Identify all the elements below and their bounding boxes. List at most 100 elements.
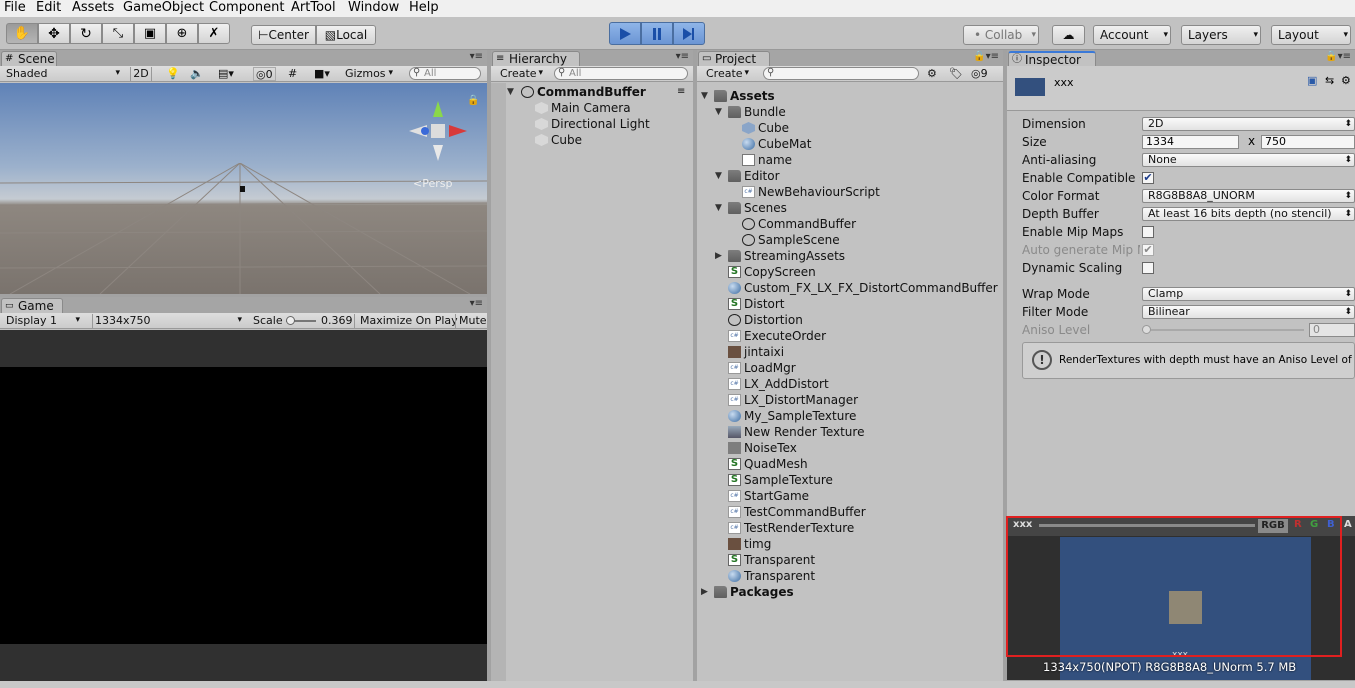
- maximize-on-play-toggle[interactable]: Maximize On Play: [354, 314, 458, 328]
- filter-by-type-icon[interactable]: ⚙: [927, 67, 937, 81]
- aniso-slider-track: [1142, 329, 1304, 331]
- play-button[interactable]: [609, 22, 641, 45]
- move-icon: ✥: [48, 25, 60, 42]
- project-search-input[interactable]: [763, 67, 919, 80]
- scene-cube-object[interactable]: [240, 186, 245, 192]
- expand-arrow-icon[interactable]: ▼: [715, 168, 725, 184]
- gizmos-dropdown[interactable]: Gizmos: [345, 67, 395, 81]
- shading-mode-dropdown[interactable]: Shaded: [6, 67, 122, 81]
- help-book-icon[interactable]: ▣: [1307, 74, 1317, 87]
- game-viewport[interactable]: [0, 367, 487, 644]
- rotate-tool-button[interactable]: ↻: [70, 23, 102, 44]
- hand-tool-button[interactable]: ✋: [6, 23, 38, 44]
- menu-arttool[interactable]: ArtTool: [291, 0, 336, 16]
- layers-dropdown[interactable]: Layers: [1181, 25, 1261, 45]
- panel-menu-icon[interactable]: ▾≡: [470, 51, 483, 62]
- menu-edit[interactable]: Edit: [36, 0, 61, 16]
- filter-by-label-icon[interactable]: 🏷: [949, 67, 963, 81]
- tab-game[interactable]: ▭ Game: [1, 298, 63, 314]
- dynamic-scaling-checkbox[interactable]: [1142, 262, 1154, 274]
- layout-dropdown[interactable]: Layout: [1271, 25, 1351, 45]
- dimension-dropdown[interactable]: 2D: [1142, 117, 1355, 131]
- render-texture-thumbnail: [1015, 78, 1045, 96]
- panel-menu-icon[interactable]: ▾≡: [676, 51, 689, 62]
- hierarchy-create-dropdown[interactable]: Create: [500, 67, 545, 81]
- preview-a-toggle[interactable]: A: [1344, 519, 1352, 530]
- project-create-dropdown[interactable]: Create: [706, 67, 751, 81]
- menu-component[interactable]: Component: [209, 0, 284, 16]
- scene-tabrow: # Scene ▾≡: [0, 50, 487, 67]
- scene-viewport[interactable]: <Persp 🔒: [0, 83, 487, 294]
- scale-tool-button[interactable]: ⤡: [102, 23, 134, 44]
- image-icon: [728, 538, 741, 550]
- collapse-arrow-icon[interactable]: ▶: [715, 248, 725, 264]
- camera-dropdown-icon[interactable]: ■▾: [314, 67, 330, 81]
- image-icon: [728, 346, 741, 358]
- panel-menu-icon[interactable]: ▾≡: [470, 298, 483, 309]
- anti-aliasing-dropdown[interactable]: None: [1142, 153, 1355, 167]
- panel-menu-icon[interactable]: 🔒▾≡: [1325, 51, 1351, 62]
- size-height-field[interactable]: 750: [1261, 135, 1355, 149]
- rect-tool-button[interactable]: ▣: [134, 23, 166, 44]
- scale-slider-thumb[interactable]: [286, 316, 295, 325]
- menu-gameobject[interactable]: GameObject: [123, 0, 204, 16]
- step-button[interactable]: [673, 22, 705, 45]
- scene-gizmo-icon[interactable]: [405, 93, 471, 168]
- hierarchy-scene-root[interactable]: ▼ CommandBuffer ≡: [507, 84, 693, 100]
- rotate-icon: ↻: [80, 25, 92, 42]
- scene-search-input[interactable]: All: [409, 67, 481, 80]
- tab-hierarchy[interactable]: ≡ Hierarchy: [492, 51, 580, 67]
- expand-arrow-icon[interactable]: ▼: [715, 104, 725, 120]
- mute-toggle[interactable]: Mute: [455, 314, 487, 328]
- tab-inspector[interactable]: ⓘ Inspector: [1008, 51, 1096, 67]
- perspective-label[interactable]: <Persp: [413, 177, 452, 190]
- expand-arrow-icon[interactable]: ▼: [507, 84, 517, 100]
- lighting-toggle-icon[interactable]: 💡: [166, 67, 180, 81]
- move-tool-button[interactable]: ✥: [38, 23, 70, 44]
- hidden-objects-toggle[interactable]: ◎0: [253, 67, 276, 81]
- panel-menu-icon[interactable]: 🔒▾≡: [973, 51, 999, 62]
- resolution-dropdown[interactable]: 1334x750: [92, 314, 244, 328]
- gameobject-icon: [535, 134, 548, 146]
- lock-icon[interactable]: 🔒: [467, 95, 479, 106]
- 2d-toggle[interactable]: 2D: [130, 67, 152, 81]
- account-dropdown[interactable]: Account: [1093, 25, 1171, 45]
- scale-value: 0.369: [321, 314, 353, 327]
- tab-project[interactable]: ▭ Project: [698, 51, 770, 67]
- transform-tool-button[interactable]: ⊕: [166, 23, 198, 44]
- enable-compatible-checkbox[interactable]: ✔: [1142, 172, 1154, 184]
- menu-assets[interactable]: Assets: [72, 0, 114, 16]
- custom-tool-button[interactable]: ✗: [198, 23, 230, 44]
- menu-file[interactable]: File: [4, 0, 26, 16]
- filter-mode-dropdown[interactable]: Bilinear: [1142, 305, 1355, 319]
- pause-button[interactable]: [641, 22, 673, 45]
- menu-window[interactable]: Window: [348, 0, 399, 16]
- grid-toggle-icon[interactable]: #: [288, 67, 297, 81]
- display-dropdown[interactable]: Display 1: [6, 314, 82, 328]
- expand-arrow-icon[interactable]: ▼: [715, 200, 725, 216]
- info-icon: ⓘ: [1012, 54, 1022, 65]
- audio-toggle-icon[interactable]: 🔈: [190, 67, 204, 81]
- hierarchy-search-input[interactable]: All: [554, 67, 688, 80]
- size-width-field[interactable]: 1334: [1142, 135, 1239, 149]
- expand-arrow-icon[interactable]: ▼: [701, 88, 711, 104]
- unity-scene-icon: [742, 218, 755, 230]
- gear-icon[interactable]: ⚙: [1341, 74, 1351, 87]
- preset-icon[interactable]: ⇆: [1325, 74, 1334, 87]
- collab-dropdown[interactable]: • Collab: [963, 25, 1039, 45]
- hidden-packages-toggle[interactable]: ◎9: [971, 67, 988, 81]
- enable-mip-maps-checkbox[interactable]: [1142, 226, 1154, 238]
- pivot-space-button[interactable]: ▧Local: [316, 25, 376, 45]
- dimension-label: Dimension: [1022, 117, 1086, 131]
- cloud-button[interactable]: ☁: [1052, 25, 1085, 45]
- tab-scene[interactable]: # Scene: [1, 51, 57, 67]
- color-format-dropdown[interactable]: R8G8B8A8_UNORM: [1142, 189, 1355, 203]
- asset-name: Distort: [744, 297, 785, 311]
- wrap-mode-dropdown[interactable]: Clamp: [1142, 287, 1355, 301]
- pivot-center-button[interactable]: ⊢Center: [251, 25, 316, 45]
- scene-menu-icon[interactable]: ≡: [677, 84, 685, 100]
- menu-help[interactable]: Help: [409, 0, 439, 16]
- depth-buffer-dropdown[interactable]: At least 16 bits depth (no stencil): [1142, 207, 1355, 221]
- collapse-arrow-icon[interactable]: ▶: [701, 584, 711, 600]
- effects-dropdown-icon[interactable]: ▤▾: [218, 67, 234, 81]
